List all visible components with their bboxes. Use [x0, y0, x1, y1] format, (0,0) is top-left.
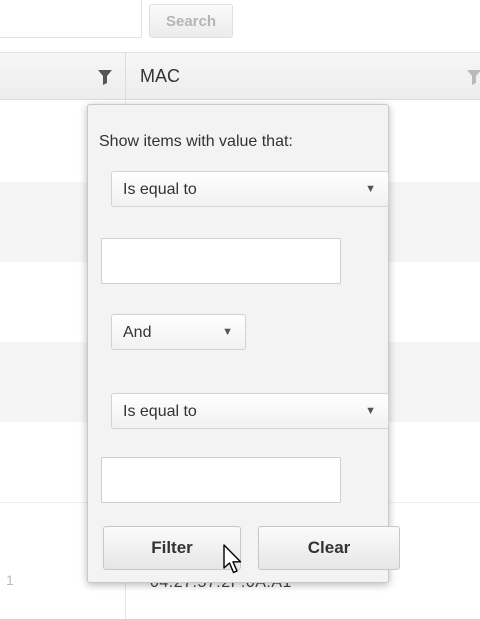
column-divider [125, 52, 126, 100]
grid-filter-screen: Search MAC 1 04:27:57:2F:0A:A1 Show item… [0, 0, 480, 619]
mouse-pointer-icon [223, 544, 242, 574]
search-button[interactable]: Search [149, 4, 233, 38]
chevron-down-icon: ▼ [222, 326, 233, 338]
row-number: 1 [6, 572, 14, 588]
first-value-input[interactable] [101, 238, 341, 284]
first-operator-label: Is equal to [123, 181, 197, 198]
column-header-mac[interactable]: MAC [140, 66, 180, 87]
grid-header [0, 52, 480, 100]
second-operator-dropdown[interactable]: Is equal to ▼ [111, 393, 389, 429]
chevron-down-icon: ▼ [365, 183, 376, 195]
chevron-down-icon: ▼ [365, 405, 376, 417]
logic-operator-dropdown[interactable]: And ▼ [111, 314, 246, 350]
filter-popup: Show items with value that: Is equal to … [87, 104, 400, 583]
search-input[interactable] [0, 0, 142, 38]
filter-caption: Show items with value that: [99, 133, 293, 150]
second-value-input[interactable] [101, 457, 341, 503]
clear-button[interactable]: Clear [258, 526, 400, 570]
filter-funnel-icon[interactable] [466, 68, 480, 86]
first-operator-dropdown[interactable]: Is equal to ▼ [111, 171, 389, 207]
second-operator-label: Is equal to [123, 403, 197, 420]
filter-funnel-icon[interactable] [97, 68, 113, 86]
filter-button[interactable]: Filter [103, 526, 241, 570]
logic-operator-label: And [123, 324, 152, 341]
